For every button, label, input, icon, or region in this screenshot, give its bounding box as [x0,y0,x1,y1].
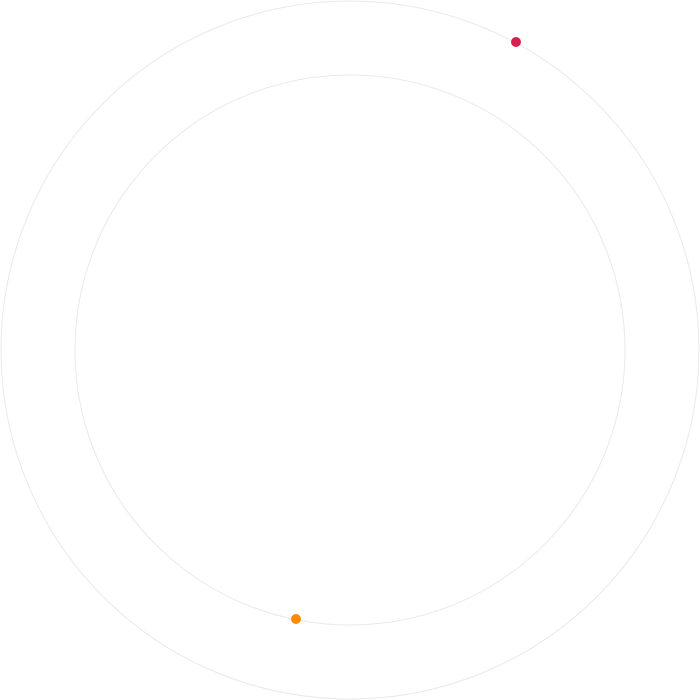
outer-orbit-ring [0,0,700,700]
inner-orbit-ring [74,74,626,626]
outer-orbit-dot [511,37,521,47]
orbit-diagram [0,0,700,700]
orbit-stage [0,0,700,700]
inner-orbit-dot [291,614,301,624]
